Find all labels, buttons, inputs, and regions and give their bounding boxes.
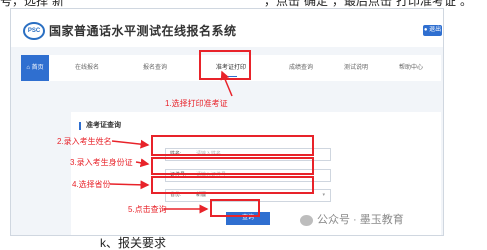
arrow-step3 <box>135 158 150 168</box>
watermark: 公众号 · 墨玉教育 <box>300 213 404 227</box>
arrow-step4 <box>109 180 150 190</box>
bottom-text-fragment: k、报关要求 <box>100 236 167 250</box>
arrow-step2 <box>111 139 150 149</box>
watermark-text: 公众号 · 墨玉教育 <box>317 214 404 226</box>
annotation-step4: 4.选择省份 <box>72 180 111 189</box>
annotation-step3: 3.录入考生身份证 <box>70 158 133 167</box>
annotation-step2: 2.录入考生姓名 <box>57 137 112 146</box>
annotation-step1: 1.选择打印准考证 <box>165 99 228 108</box>
arrow-step1 <box>220 70 233 97</box>
annotation-arrows <box>109 70 233 214</box>
wechat-icon <box>300 214 313 226</box>
annotation-step5: 5.点击查询 <box>128 205 167 214</box>
